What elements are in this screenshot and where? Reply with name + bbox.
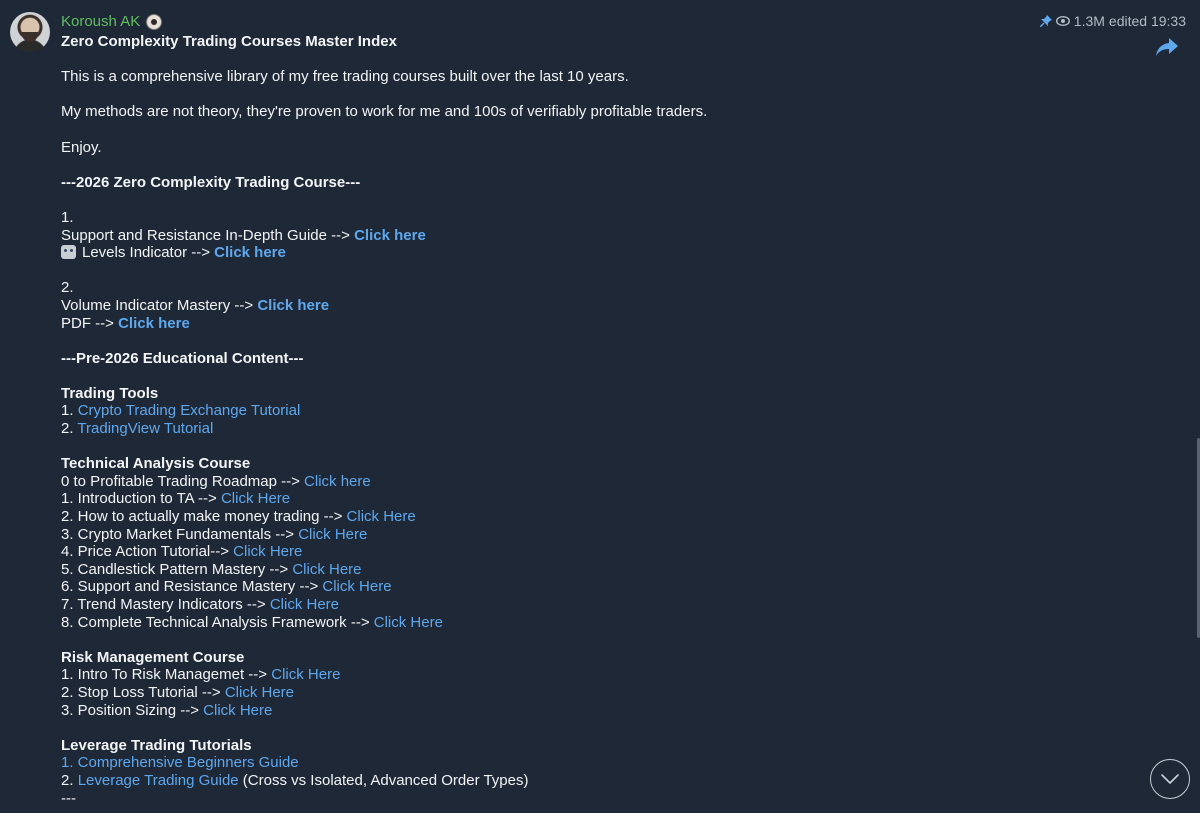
ta-link-3[interactable]: Click Here [298, 526, 367, 543]
avatar[interactable] [10, 12, 50, 52]
list-text: (Cross vs Isolated, Advanced Order Types… [238, 771, 529, 789]
item2-link1[interactable]: Click here [257, 297, 329, 314]
list-item: 1. Intro To Risk Managemet --> Click Her… [61, 666, 1121, 684]
item2-line1: Volume Indicator Mastery --> Click here [61, 297, 1121, 315]
list-number: 2. [61, 420, 78, 438]
list-text: 2. How to actually make money trading --… [61, 508, 347, 526]
list-item: 2. TradingView Tutorial [61, 420, 1121, 438]
scroll-down-button[interactable] [1150, 759, 1190, 799]
avatar-beard [22, 32, 38, 42]
list-text: 8. Complete Technical Analysis Framework… [61, 613, 374, 631]
item1-line1: Support and Resistance In-Depth Guide --… [61, 227, 1121, 245]
list-text: 1. Intro To Risk Managemet --> [61, 666, 272, 684]
leverage-tail: --- [61, 789, 76, 807]
ta-course-title: Technical Analysis Course [61, 455, 251, 473]
author-label: Koroush AK [61, 13, 141, 30]
intro-paragraph-3: Enjoy. [61, 138, 102, 156]
risk-course-title: Risk Management Course [61, 648, 245, 666]
trading-tools-link-1[interactable]: Crypto Trading Exchange Tutorial [78, 402, 301, 419]
leverage-link-1[interactable]: 1. Comprehensive Beginners Guide [61, 754, 299, 771]
item1-number: 1. [61, 208, 74, 226]
list-item: 1. Crypto Trading Exchange Tutorial [61, 402, 1121, 420]
leverage-link-2[interactable]: Leverage Trading Guide [78, 772, 239, 789]
list-item: 2. How to actually make money trading --… [61, 508, 1121, 526]
item1-line2: Levels Indicator --> Click here [61, 244, 1121, 262]
item1-text: Support and Resistance In-Depth Guide --… [61, 226, 355, 244]
author-name[interactable]: Koroush AK [61, 13, 163, 30]
list-item: 2. Stop Loss Tutorial --> Click Here [61, 684, 1121, 702]
ta-link-6[interactable]: Click Here [322, 578, 391, 595]
list-item: 3. Position Sizing --> Click Here [61, 702, 1121, 720]
list-number: 1. [61, 402, 78, 420]
chevron-down-icon [1161, 774, 1179, 784]
section-heading-pre2026: ---Pre-2026 Educational Content--- [61, 349, 304, 367]
ta-link-5[interactable]: Click Here [292, 561, 361, 578]
trading-tools-link-2[interactable]: TradingView Tutorial [77, 420, 213, 437]
ta-link-4[interactable]: Click Here [233, 543, 302, 560]
edited-time: edited 19:33 [1108, 13, 1186, 29]
section-heading-2026: ---2026 Zero Complexity Trading Course--… [61, 173, 361, 191]
intro-paragraph-1: This is a comprehensive library of my fr… [61, 68, 629, 86]
message-body: Zero Complexity Trading Courses Master I… [61, 33, 1121, 807]
item1-link2[interactable]: Click here [214, 244, 286, 261]
list-item: 7. Trend Mastery Indicators --> Click He… [61, 596, 1121, 614]
share-icon[interactable] [1156, 38, 1178, 56]
item2-text: Volume Indicator Mastery --> [61, 296, 258, 314]
emoji-badge-icon [146, 13, 163, 30]
ta-link-1[interactable]: Click Here [221, 490, 290, 507]
list-item: 3. Crypto Market Fundamentals --> Click … [61, 526, 1121, 544]
ta-link-2[interactable]: Click Here [347, 508, 416, 525]
list-item: 2. Leverage Trading Guide (Cross vs Isol… [61, 772, 1121, 790]
list-text: 7. Trend Mastery Indicators --> [61, 596, 270, 613]
leverage-title: Leverage Trading Tutorials [61, 736, 252, 754]
ta-link-7[interactable]: Click Here [270, 596, 339, 613]
message-title: Zero Complexity Trading Courses Master I… [61, 33, 397, 50]
risk-link-3[interactable]: Click Here [203, 702, 272, 719]
item2-link2[interactable]: Click here [118, 315, 190, 332]
item1-link1[interactable]: Click here [354, 227, 426, 244]
list-text: 2. Stop Loss Tutorial --> [61, 683, 225, 701]
ta-link-8[interactable]: Click Here [374, 614, 443, 631]
list-item: 6. Support and Resistance Mastery --> Cl… [61, 578, 1121, 596]
item2-text2: PDF --> [61, 314, 119, 332]
list-text: 3. Crypto Market Fundamentals --> [61, 525, 299, 543]
item1-text2: Levels Indicator --> [82, 244, 215, 262]
eye-icon [1055, 16, 1070, 26]
list-item: 5. Candlestick Pattern Mastery --> Click… [61, 561, 1121, 579]
list-text: 3. Position Sizing --> [61, 701, 204, 719]
pin-icon [1039, 15, 1052, 27]
intro-paragraph-2: My methods are not theory, they're prove… [61, 103, 708, 121]
item2-number: 2. [61, 279, 74, 297]
ta-link-0[interactable]: Click here [304, 473, 371, 490]
robot-icon [61, 245, 76, 260]
list-text: 0 to Profitable Trading Roadmap --> [61, 472, 305, 490]
list-text: 6. Support and Resistance Mastery --> [61, 578, 323, 596]
trading-tools-title: Trading Tools [61, 384, 159, 402]
list-text: 1. Introduction to TA --> [61, 490, 221, 508]
list-text: 5. Candlestick Pattern Mastery --> [61, 560, 293, 578]
item2-line2: PDF --> Click here [61, 315, 1121, 333]
risk-link-2[interactable]: Click Here [225, 684, 294, 701]
list-item: 0 to Profitable Trading Roadmap --> Clic… [61, 473, 1121, 491]
list-item: 1. Introduction to TA --> Click Here [61, 490, 1121, 508]
list-item: 4. Price Action Tutorial--> Click Here [61, 543, 1121, 561]
risk-link-1[interactable]: Click Here [271, 666, 340, 683]
list-text: 4. Price Action Tutorial--> [61, 543, 234, 561]
view-count: 1.3M [1073, 13, 1105, 29]
list-number: 2. [61, 771, 78, 789]
list-item: 8. Complete Technical Analysis Framework… [61, 614, 1121, 632]
message-meta: 1.3M edited 19:33 [1039, 13, 1186, 29]
